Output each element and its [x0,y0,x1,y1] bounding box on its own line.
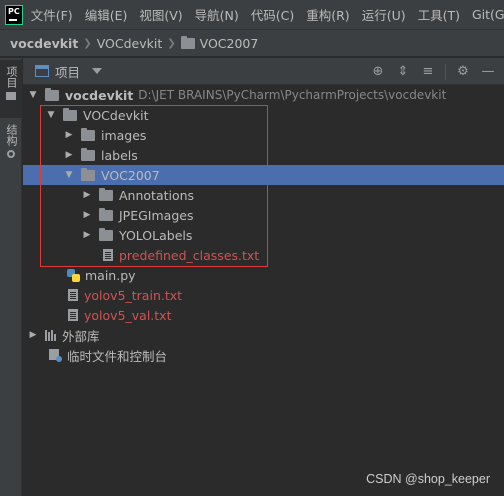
menu-git[interactable]: Git(G) [472,7,504,22]
folder-icon [45,87,59,101]
locate-icon[interactable]: ⊕ [370,64,386,80]
tree-row-voc2007[interactable]: ▼ VOC2007 [23,165,504,185]
python-file-icon [67,268,80,282]
chevron-down-icon[interactable]: ▼ [27,85,39,105]
root-folder-label: vocdevkit [65,87,134,103]
predefined-classes-file-label: predefined_classes.txt [119,247,260,263]
chevron-right-icon[interactable]: ▶ [27,325,39,345]
left-tool-strip: 项目 结构 [0,58,22,496]
watermark: CSDN @shop_keeper [366,472,490,486]
annotations-folder-label: Annotations [119,187,195,203]
val-txt-file-label: yolov5_val.txt [84,307,172,323]
structure-tab-label: 结构 [5,124,18,146]
folder-icon [81,147,95,161]
menu-tools[interactable]: 工具(T) [418,5,460,24]
tree-row-labels[interactable]: ▶ labels [23,145,504,165]
folder-icon [6,92,16,100]
menu-code[interactable]: 代码(C) [251,5,294,24]
project-panel-header: 项目 ⊕ ⇕ ≡ ⚙ — [23,58,504,85]
tree-row-train-txt[interactable]: yolov5_train.txt [23,285,504,305]
menu-refactor[interactable]: 重构(R) [306,5,349,24]
chevron-right-icon: ❯ [167,37,176,49]
folder-icon [99,227,113,241]
menu-navigate[interactable]: 导航(N) [195,5,239,24]
structure-icon [7,150,15,158]
menu-bar: PC 文件(F) 编辑(E) 视图(V) 导航(N) 代码(C) 重构(R) 运… [0,0,504,30]
tree-row-main-py[interactable]: main.py [23,265,504,285]
pycharm-logo-icon[interactable]: PC [5,4,23,25]
chevron-right-icon[interactable]: ▶ [81,205,93,225]
logo-text: PC [8,6,20,16]
train-txt-file-label: yolov5_train.txt [84,287,183,303]
folder-icon [63,107,77,121]
vocdevkit-folder-label: VOCdevkit [83,107,149,123]
chevron-right-icon[interactable]: ▶ [81,185,93,205]
tree-row-images[interactable]: ▶ images [23,125,504,145]
collapse-all-icon[interactable]: ≡ [420,64,436,80]
gear-icon[interactable]: ⚙ [455,64,471,80]
menu-edit[interactable]: 编辑(E) [85,5,128,24]
tree-row-predefined-classes[interactable]: predefined_classes.txt [23,245,504,265]
tree-row-root[interactable]: ▼ vocdevkit D:\JET BRAINS\PyCharm\Pychar… [23,85,504,105]
breadcrumb-project[interactable]: vocdevkit [10,36,78,51]
folder-icon [180,35,195,49]
chevron-right-icon[interactable]: ▶ [63,145,75,165]
menu-view[interactable]: 视图(V) [139,5,182,24]
tree-row-scratches[interactable]: 临时文件和控制台 [23,345,504,365]
chevron-right-icon[interactable]: ▶ [63,125,75,145]
main-py-file-label: main.py [85,267,136,283]
text-file-icon [103,249,113,261]
scratch-console-icon [49,348,62,362]
breadcrumb-vocdevkit[interactable]: VOCdevkit [97,36,163,51]
structure-tool-tab[interactable]: 结构 [0,120,22,172]
expand-all-icon[interactable]: ⇕ [395,64,411,80]
tree-row-annotations[interactable]: ▶ Annotations [23,185,504,205]
hide-icon[interactable]: — [480,64,496,80]
scratches-label: 临时文件和控制台 [67,348,168,364]
tree-row-vocdevkit[interactable]: ▼ VOCdevkit [23,105,504,125]
chevron-down-icon[interactable]: ▼ [45,105,57,125]
text-file-icon [68,309,78,321]
images-folder-label: images [101,127,147,143]
chevron-right-icon: ❯ [83,37,92,49]
breadcrumb: vocdevkit ❯ VOCdevkit ❯ VOC2007 [0,30,504,57]
folder-icon [81,127,95,141]
tree-row-jpegimages[interactable]: ▶ JPEGImages [23,205,504,225]
library-icon [45,329,57,341]
folder-icon [81,167,95,181]
breadcrumb-voc2007[interactable]: VOC2007 [200,36,259,51]
folder-icon [99,187,113,201]
root-folder-path: D:\JET BRAINS\PyCharm\PycharmProjects\vo… [138,88,447,102]
jpegimages-folder-label: JPEGImages [119,207,194,223]
menu-file[interactable]: 文件(F) [31,5,73,24]
tree-row-external-libraries[interactable]: ▶ 外部库 [23,325,504,345]
project-window-icon [35,65,49,77]
tree-row-val-txt[interactable]: yolov5_val.txt [23,305,504,325]
project-panel-title[interactable]: 项目 [55,62,80,81]
external-libraries-label: 外部库 [62,328,100,344]
labels-folder-label: labels [101,147,138,163]
project-tool-tab[interactable]: 项目 [0,60,22,118]
folder-icon [99,207,113,221]
chevron-right-icon[interactable]: ▶ [81,225,93,245]
text-file-icon [68,289,78,301]
tree-row-yololabels[interactable]: ▶ YOLOLabels [23,225,504,245]
voc2007-folder-label: VOC2007 [101,167,160,183]
project-tab-label: 项目 [5,66,18,88]
menu-run[interactable]: 运行(U) [362,5,406,24]
chevron-down-icon[interactable] [92,68,103,74]
chevron-down-icon[interactable]: ▼ [63,165,75,185]
yololabels-folder-label: YOLOLabels [119,227,193,243]
